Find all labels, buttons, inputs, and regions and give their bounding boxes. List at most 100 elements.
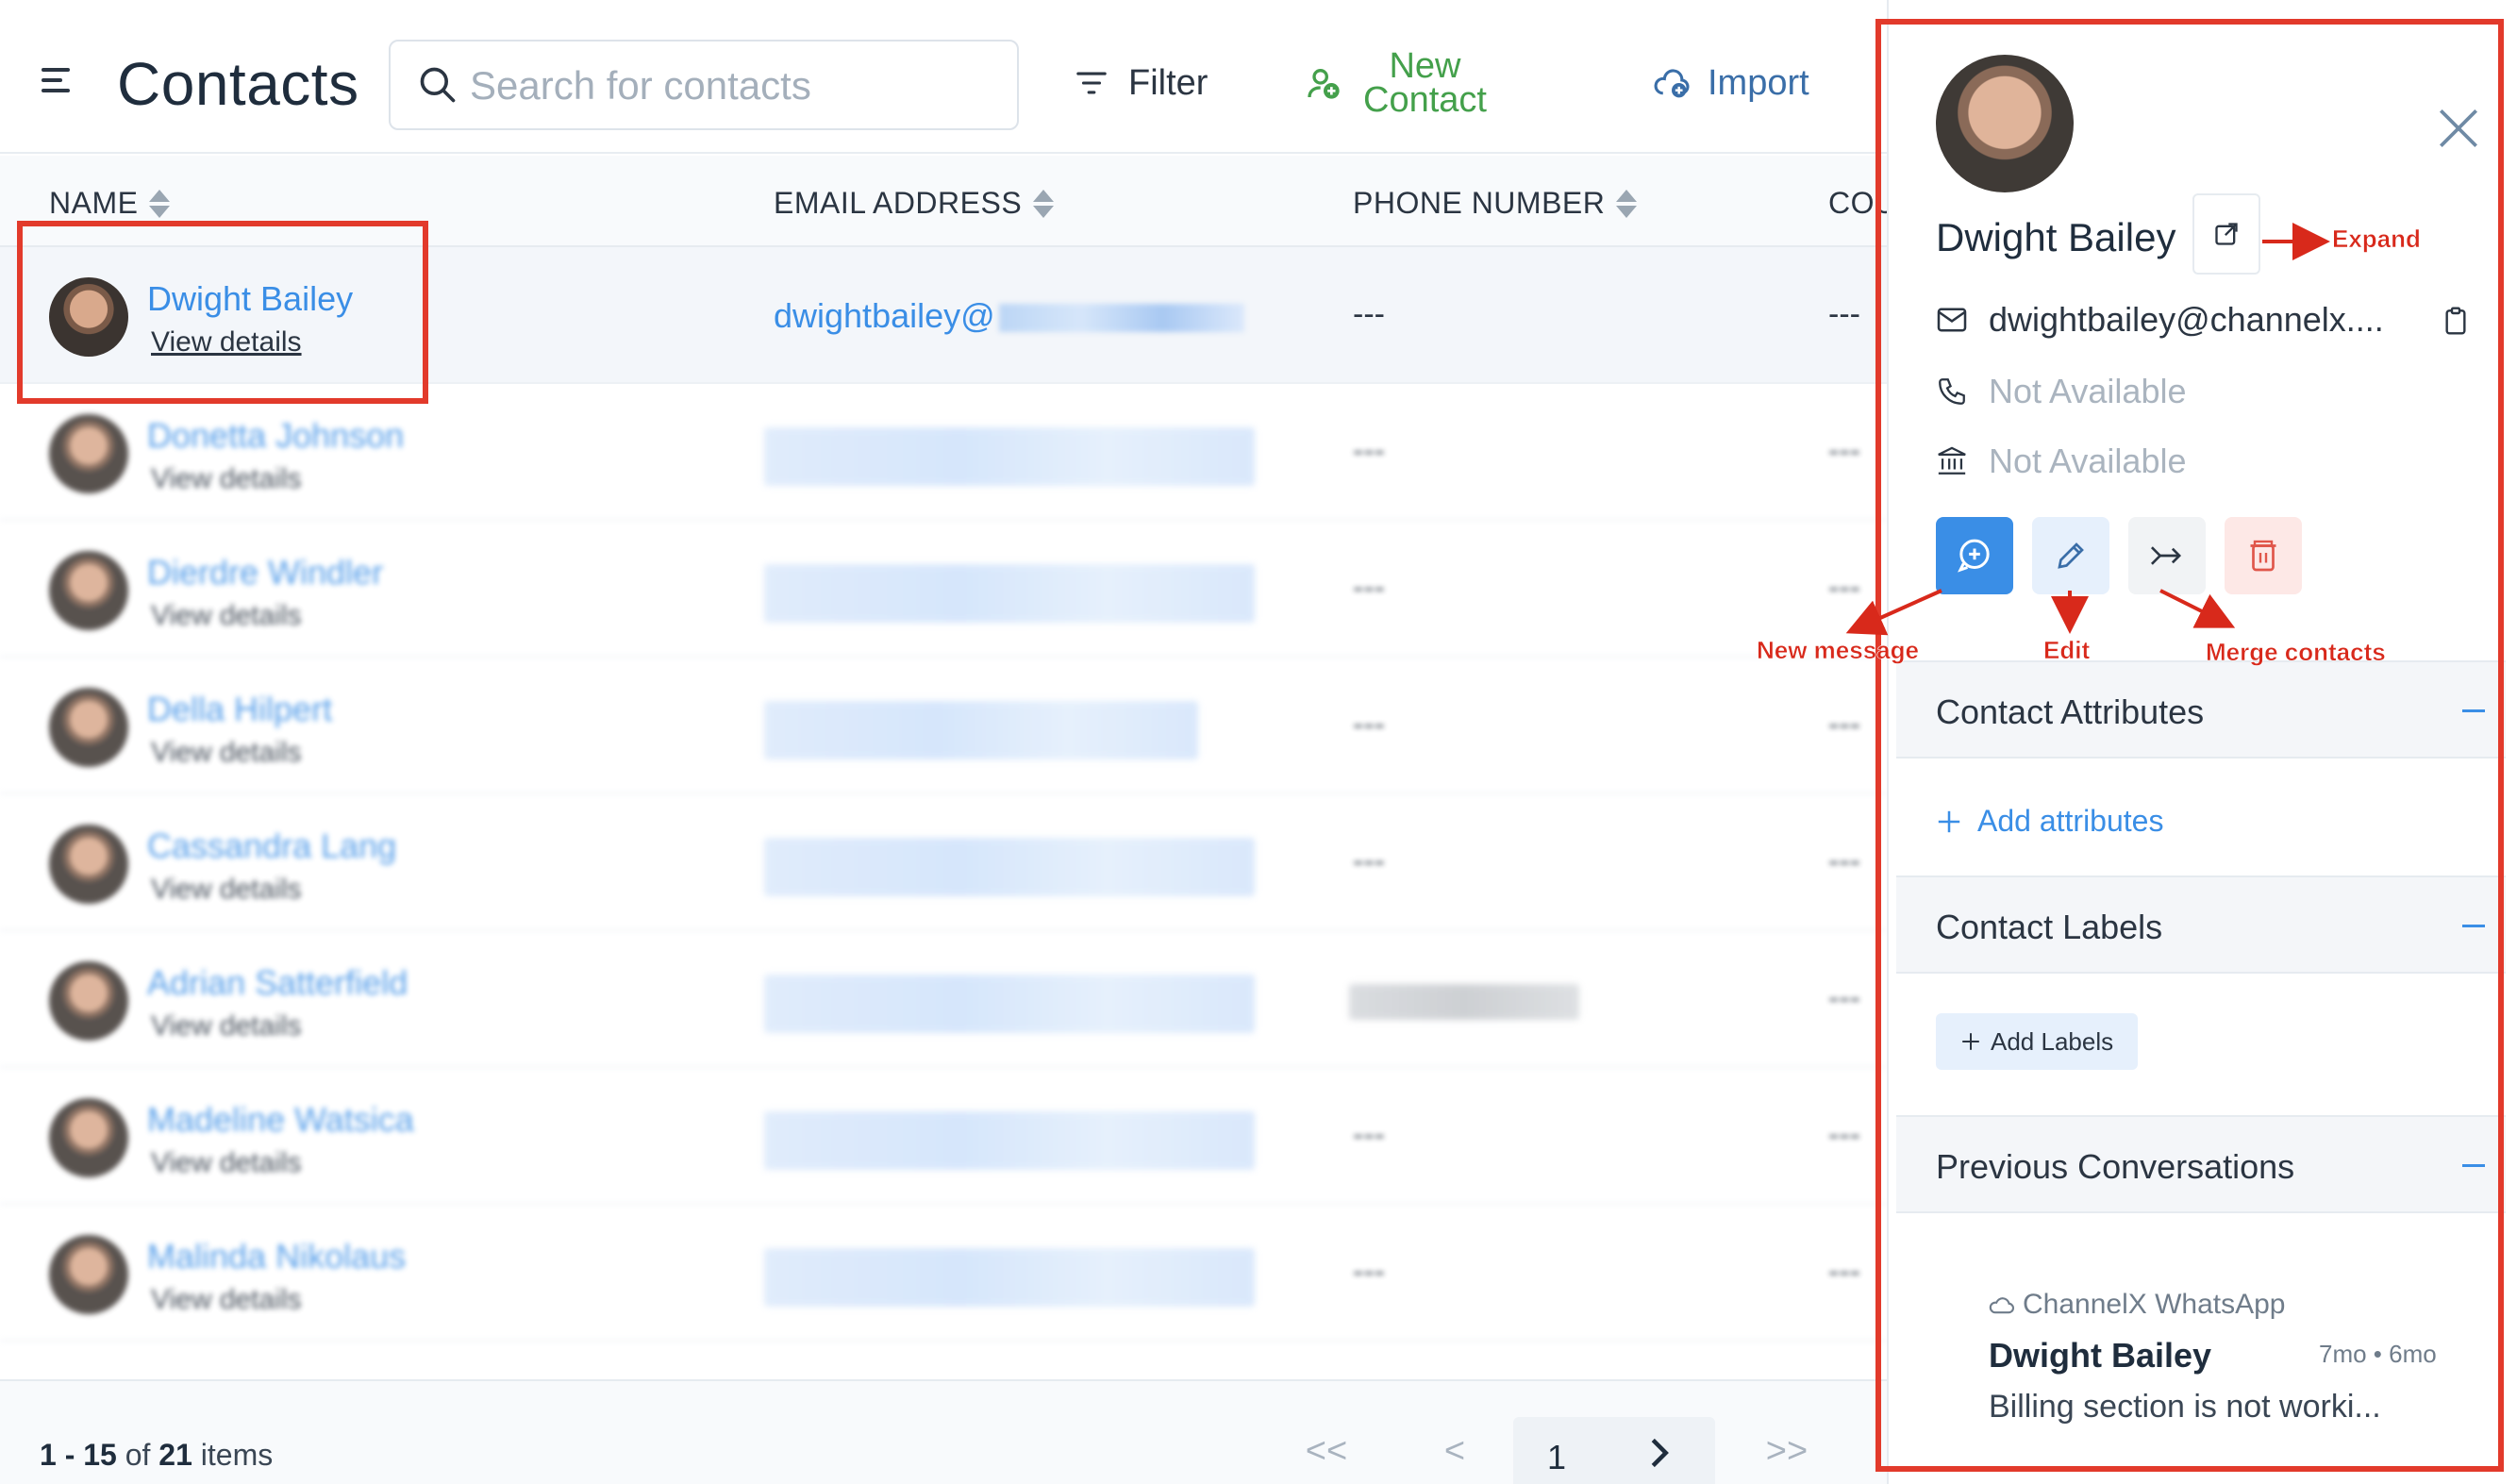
- table-row[interactable]: Adrian Satterfield View details ---: [0, 931, 1887, 1068]
- contact-phone: ---: [1353, 433, 1385, 469]
- contact-phone: Not Available: [1989, 372, 2187, 410]
- pencil-icon: [2058, 542, 2084, 569]
- contact-phone: ---: [1353, 570, 1385, 606]
- clipboard-icon[interactable]: [2442, 306, 2470, 336]
- collapse-icon[interactable]: [2462, 709, 2485, 712]
- table-row[interactable]: Donetta Johnson View details --- ---: [0, 384, 1887, 521]
- edit-button[interactable]: [2032, 517, 2109, 594]
- contact-phone: ---: [1353, 1117, 1385, 1153]
- contact-name[interactable]: Madeline Watsica: [147, 1100, 414, 1140]
- annotation-edit: Edit: [2043, 636, 2091, 665]
- view-details-link[interactable]: View details: [151, 463, 302, 495]
- table-row[interactable]: Dierdre Windler View details --- ---: [0, 521, 1887, 658]
- collapse-icon[interactable]: [2462, 925, 2485, 927]
- redacted-email: [998, 304, 1244, 333]
- contact-name[interactable]: Malinda Nikolaus: [147, 1237, 406, 1276]
- avatar: [49, 688, 128, 767]
- current-page[interactable]: 1: [1513, 1417, 1715, 1484]
- pagination-total: 21: [158, 1438, 192, 1472]
- inbox-name: ChannelX WhatsApp: [2023, 1289, 2286, 1320]
- contact-details-panel: Dwight Bailey dwightbailey@channelx.... …: [1887, 0, 2517, 1484]
- contact-name[interactable]: Cassandra Lang: [147, 826, 396, 866]
- column-name[interactable]: NAME: [49, 186, 171, 221]
- table-row[interactable]: Madeline Watsica View details --- ---: [0, 1068, 1887, 1205]
- phone-icon: [1939, 378, 1965, 405]
- redacted-email: [764, 701, 1198, 759]
- view-details-link[interactable]: View details: [151, 1284, 302, 1316]
- new-message-button[interactable]: [1936, 517, 2013, 594]
- contact-email[interactable]: dwightbailey@: [774, 296, 1244, 336]
- section-title: Contact Labels: [1936, 908, 2163, 946]
- plus-icon: [1962, 1033, 1979, 1050]
- table-row[interactable]: Della Hilpert View details --- ---: [0, 658, 1887, 794]
- contact-phone: ---: [1353, 843, 1385, 879]
- section-contact-labels[interactable]: Contact Labels: [1896, 875, 2506, 974]
- page-number: 1: [1547, 1438, 1567, 1476]
- contact-name[interactable]: Donetta Johnson: [147, 416, 404, 456]
- menu-icon[interactable]: [42, 68, 74, 100]
- avatar: [49, 551, 128, 630]
- filter-button[interactable]: Filter: [1075, 49, 1208, 117]
- external-link-icon: [2215, 223, 2238, 245]
- close-icon[interactable]: [2432, 102, 2485, 155]
- sort-icon[interactable]: [1033, 189, 1055, 218]
- column-phone[interactable]: PHONE NUMBER: [1353, 186, 1638, 221]
- sort-icon[interactable]: [1616, 189, 1638, 218]
- conversation-preview: Billing section is not worki...: [1989, 1389, 2381, 1425]
- table-row[interactable]: Malinda Nikolaus View details --- ---: [0, 1205, 1887, 1342]
- column-phone-label: PHONE NUMBER: [1353, 186, 1606, 220]
- collapse-icon[interactable]: [2462, 1164, 2485, 1167]
- contact-phone: ---: [1353, 707, 1385, 742]
- pagination-range: 1 - 15: [40, 1438, 117, 1472]
- view-details-link[interactable]: View details: [151, 1147, 302, 1179]
- view-details-link[interactable]: View details: [151, 600, 302, 632]
- table-row[interactable]: Cassandra Lang View details --- ---: [0, 794, 1887, 931]
- contact-name: Dwight Bailey: [1936, 215, 2176, 259]
- view-details-link[interactable]: View details: [151, 1010, 302, 1042]
- add-attributes-button[interactable]: Add attributes: [1936, 804, 2163, 839]
- avatar: [1936, 55, 2074, 192]
- new-contact-button[interactable]: New Contact: [1305, 48, 1487, 118]
- contact-name[interactable]: Dierdre Windler: [147, 553, 383, 592]
- page-title: Contacts: [117, 50, 359, 118]
- add-attributes-label: Add attributes: [1977, 804, 2164, 838]
- prev-page-button[interactable]: <: [1436, 1417, 1474, 1484]
- contact-name[interactable]: Adrian Satterfield: [147, 963, 408, 1003]
- add-labels-button[interactable]: Add Labels: [1936, 1013, 2139, 1070]
- contact-country: ---: [1828, 980, 1860, 1016]
- add-labels-label: Add Labels: [1991, 1026, 2114, 1056]
- contact-name[interactable]: Della Hilpert: [147, 690, 332, 729]
- view-details-link[interactable]: View details: [151, 874, 302, 906]
- search-input[interactable]: [470, 60, 998, 111]
- redacted-email: [764, 1111, 1255, 1170]
- contact-email[interactable]: dwightbailey@channelx....: [1989, 300, 2384, 340]
- sort-icon[interactable]: [149, 189, 171, 218]
- cloud-icon: [1989, 1297, 2014, 1314]
- import-button[interactable]: Import: [1653, 49, 1809, 117]
- merge-contacts-button[interactable]: [2128, 517, 2206, 594]
- bank-icon: [1938, 446, 1966, 475]
- redacted-email: [764, 564, 1255, 623]
- pagination-bar: 1 - 15 of 21 items << < 1 >>: [0, 1379, 1887, 1484]
- mail-icon: [1937, 308, 1967, 332]
- contact-company-row: Not Available: [1936, 442, 2186, 481]
- redacted-email: [764, 1248, 1255, 1307]
- trash-icon: [2250, 540, 2276, 572]
- search-box[interactable]: [389, 40, 1019, 130]
- add-person-icon: [1308, 69, 1340, 99]
- first-page-button[interactable]: <<: [1300, 1417, 1353, 1484]
- section-previous-conversations[interactable]: Previous Conversations: [1896, 1115, 2506, 1213]
- view-details-link[interactable]: View details: [151, 737, 302, 769]
- delete-button[interactable]: [2225, 517, 2302, 594]
- last-page-button[interactable]: >>: [1760, 1417, 1813, 1484]
- section-contact-attributes[interactable]: Contact Attributes: [1896, 660, 2506, 759]
- chevron-right-icon[interactable]: [1645, 1436, 1674, 1470]
- expand-button[interactable]: [2192, 193, 2260, 275]
- conversation-contact: Dwight Bailey: [1989, 1336, 2212, 1375]
- redacted-phone: [1349, 984, 1579, 1020]
- pagination-items: items: [200, 1438, 274, 1472]
- contact-company: Not Available: [1989, 442, 2187, 480]
- column-email[interactable]: EMAIL ADDRESS: [774, 186, 1055, 221]
- contact-phone-row: Not Available: [1936, 372, 2186, 411]
- contact-email-row: dwightbailey@channelx....: [1936, 300, 2384, 340]
